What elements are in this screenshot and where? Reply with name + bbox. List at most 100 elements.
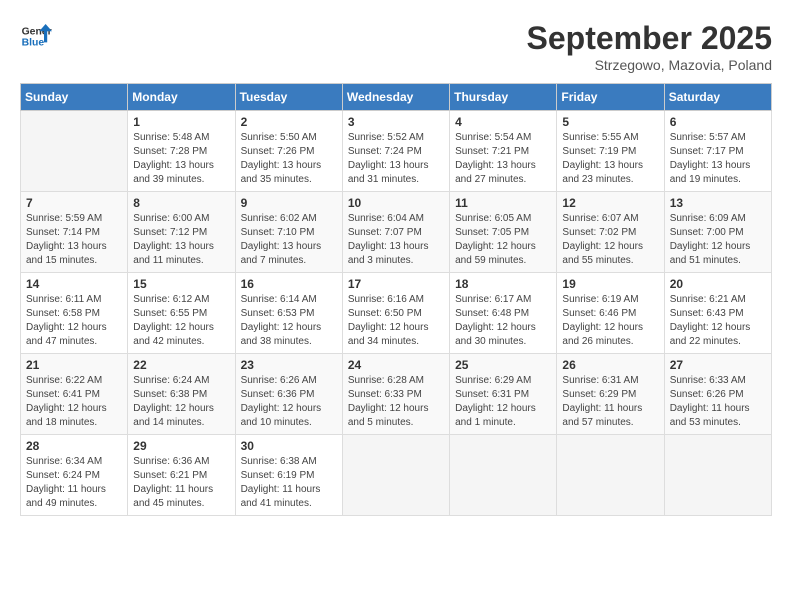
title-block: September 2025 Strzegowo, Mazovia, Polan… <box>527 20 772 73</box>
day-number: 12 <box>562 196 658 210</box>
day-number: 6 <box>670 115 766 129</box>
calendar-day-cell: 17 Sunrise: 6:16 AM Sunset: 6:50 PM Dayli… <box>342 273 449 354</box>
calendar-day-cell: 14Sunrise: 6:11 AM Sunset: 6:58 PM Dayli… <box>21 273 128 354</box>
calendar-day-cell: 11 Sunrise: 6:05 AM Sunset: 7:05 PM Dayli… <box>450 192 557 273</box>
calendar-day-cell: 2 Sunrise: 5:50 AM Sunset: 7:26 PM Daylig… <box>235 111 342 192</box>
day-number: 21 <box>26 358 122 372</box>
day-number: 2 <box>241 115 337 129</box>
day-info: Sunrise: 5:54 AM Sunset: 7:21 PM Dayligh… <box>455 131 551 187</box>
day-number: 9 <box>241 196 337 210</box>
calendar-week-row: 21 Sunrise: 6:22 AM Sunset: 6:41 PM Dayli… <box>21 354 772 435</box>
day-info: Sunrise: 6:12 AM Sunset: 6:55 PM Dayligh… <box>133 293 229 349</box>
day-number: 30 <box>241 439 337 453</box>
day-number: 8 <box>133 196 229 210</box>
day-info: Sunrise: 6:33 AM Sunset: 6:26 PM Dayligh… <box>670 374 766 430</box>
calendar-header: SundayMondayTuesdayWednesdayThursdayFrid… <box>21 84 772 111</box>
day-number: 19 <box>562 277 658 291</box>
calendar-week-row: 1 Sunrise: 5:48 AM Sunset: 7:28 PM Daylig… <box>21 111 772 192</box>
day-info: Sunrise: 6:38 AM Sunset: 6:19 PM Dayligh… <box>241 455 337 511</box>
day-number: 10 <box>348 196 444 210</box>
calendar-day-cell <box>557 435 664 516</box>
header-day: Tuesday <box>235 84 342 111</box>
calendar-day-cell: 22 Sunrise: 6:24 AM Sunset: 6:38 PM Dayli… <box>128 354 235 435</box>
day-info: Sunrise: 5:48 AM Sunset: 7:28 PM Dayligh… <box>133 131 229 187</box>
header-day: Wednesday <box>342 84 449 111</box>
page-header: General Blue September 2025 Strzegowo, M… <box>20 20 772 73</box>
day-info: Sunrise: 6:28 AM Sunset: 6:33 PM Dayligh… <box>348 374 444 430</box>
calendar-day-cell: 12 Sunrise: 6:07 AM Sunset: 7:02 PM Dayli… <box>557 192 664 273</box>
header-day: Thursday <box>450 84 557 111</box>
month-title: September 2025 <box>527 20 772 57</box>
day-number: 11 <box>455 196 551 210</box>
day-info: Sunrise: 6:26 AM Sunset: 6:36 PM Dayligh… <box>241 374 337 430</box>
header-day: Saturday <box>664 84 771 111</box>
day-info: Sunrise: 6:04 AM Sunset: 7:07 PM Dayligh… <box>348 212 444 268</box>
day-info: Sunrise: 6:31 AM Sunset: 6:29 PM Dayligh… <box>562 374 658 430</box>
day-info: Sunrise: 6:17 AM Sunset: 6:48 PM Dayligh… <box>455 293 551 349</box>
day-info: Sunrise: 6:09 AM Sunset: 7:00 PM Dayligh… <box>670 212 766 268</box>
day-number: 22 <box>133 358 229 372</box>
day-info: Sunrise: 6:16 AM Sunset: 6:50 PM Dayligh… <box>348 293 444 349</box>
calendar-day-cell: 21 Sunrise: 6:22 AM Sunset: 6:41 PM Dayli… <box>21 354 128 435</box>
calendar-day-cell: 7 Sunrise: 5:59 AM Sunset: 7:14 PM Daylig… <box>21 192 128 273</box>
day-number: 20 <box>670 277 766 291</box>
day-number: 25 <box>455 358 551 372</box>
logo: General Blue <box>20 20 52 52</box>
calendar-day-cell: 20 Sunrise: 6:21 AM Sunset: 6:43 PM Dayli… <box>664 273 771 354</box>
day-number: 3 <box>348 115 444 129</box>
day-number: 29 <box>133 439 229 453</box>
calendar-day-cell: 16Sunrise: 6:14 AM Sunset: 6:53 PM Dayli… <box>235 273 342 354</box>
day-number: 18 <box>455 277 551 291</box>
day-info: Sunrise: 5:55 AM Sunset: 7:19 PM Dayligh… <box>562 131 658 187</box>
calendar-day-cell: 15 Sunrise: 6:12 AM Sunset: 6:55 PM Dayli… <box>128 273 235 354</box>
logo-icon: General Blue <box>20 20 52 52</box>
calendar-body: 1 Sunrise: 5:48 AM Sunset: 7:28 PM Daylig… <box>21 111 772 516</box>
header-day: Friday <box>557 84 664 111</box>
calendar-day-cell: 8 Sunrise: 6:00 AM Sunset: 7:12 PM Daylig… <box>128 192 235 273</box>
day-number: 26 <box>562 358 658 372</box>
day-number: 14 <box>26 277 122 291</box>
day-number: 4 <box>455 115 551 129</box>
calendar-day-cell: 3Sunrise: 5:52 AM Sunset: 7:24 PM Daylig… <box>342 111 449 192</box>
calendar-day-cell: 25 Sunrise: 6:29 AM Sunset: 6:31 PM Dayli… <box>450 354 557 435</box>
calendar-table: SundayMondayTuesdayWednesdayThursdayFrid… <box>20 83 772 516</box>
calendar-day-cell: 18 Sunrise: 6:17 AM Sunset: 6:48 PM Dayli… <box>450 273 557 354</box>
day-number: 24 <box>348 358 444 372</box>
calendar-day-cell: 10 Sunrise: 6:04 AM Sunset: 7:07 PM Dayli… <box>342 192 449 273</box>
calendar-day-cell <box>21 111 128 192</box>
day-number: 7 <box>26 196 122 210</box>
calendar-day-cell: 1 Sunrise: 5:48 AM Sunset: 7:28 PM Daylig… <box>128 111 235 192</box>
svg-text:Blue: Blue <box>22 38 45 49</box>
header-day: Sunday <box>21 84 128 111</box>
day-info: Sunrise: 6:36 AM Sunset: 6:21 PM Dayligh… <box>133 455 229 511</box>
day-number: 17 <box>348 277 444 291</box>
calendar-day-cell: 4 Sunrise: 5:54 AM Sunset: 7:21 PM Daylig… <box>450 111 557 192</box>
day-info: Sunrise: 6:00 AM Sunset: 7:12 PM Dayligh… <box>133 212 229 268</box>
calendar-week-row: 7 Sunrise: 5:59 AM Sunset: 7:14 PM Daylig… <box>21 192 772 273</box>
day-info: Sunrise: 6:24 AM Sunset: 6:38 PM Dayligh… <box>133 374 229 430</box>
day-info: Sunrise: 6:19 AM Sunset: 6:46 PM Dayligh… <box>562 293 658 349</box>
day-info: Sunrise: 6:14 AM Sunset: 6:53 PM Dayligh… <box>241 293 337 349</box>
day-number: 13 <box>670 196 766 210</box>
calendar-day-cell: 19 Sunrise: 6:19 AM Sunset: 6:46 PM Dayli… <box>557 273 664 354</box>
day-info: Sunrise: 5:57 AM Sunset: 7:17 PM Dayligh… <box>670 131 766 187</box>
header-row: SundayMondayTuesdayWednesdayThursdayFrid… <box>21 84 772 111</box>
calendar-day-cell: 23 Sunrise: 6:26 AM Sunset: 6:36 PM Dayli… <box>235 354 342 435</box>
calendar-day-cell: 30 Sunrise: 6:38 AM Sunset: 6:19 PM Dayli… <box>235 435 342 516</box>
day-info: Sunrise: 6:22 AM Sunset: 6:41 PM Dayligh… <box>26 374 122 430</box>
calendar-day-cell: 24 Sunrise: 6:28 AM Sunset: 6:33 PM Dayli… <box>342 354 449 435</box>
day-info: Sunrise: 6:05 AM Sunset: 7:05 PM Dayligh… <box>455 212 551 268</box>
calendar-day-cell: 27Sunrise: 6:33 AM Sunset: 6:26 PM Dayli… <box>664 354 771 435</box>
day-info: Sunrise: 6:21 AM Sunset: 6:43 PM Dayligh… <box>670 293 766 349</box>
day-info: Sunrise: 5:59 AM Sunset: 7:14 PM Dayligh… <box>26 212 122 268</box>
day-number: 15 <box>133 277 229 291</box>
day-info: Sunrise: 6:07 AM Sunset: 7:02 PM Dayligh… <box>562 212 658 268</box>
day-info: Sunrise: 5:50 AM Sunset: 7:26 PM Dayligh… <box>241 131 337 187</box>
day-number: 1 <box>133 115 229 129</box>
day-info: Sunrise: 6:29 AM Sunset: 6:31 PM Dayligh… <box>455 374 551 430</box>
calendar-day-cell: 28Sunrise: 6:34 AM Sunset: 6:24 PM Dayli… <box>21 435 128 516</box>
calendar-day-cell: 5Sunrise: 5:55 AM Sunset: 7:19 PM Daylig… <box>557 111 664 192</box>
calendar-day-cell: 13 Sunrise: 6:09 AM Sunset: 7:00 PM Dayli… <box>664 192 771 273</box>
day-number: 23 <box>241 358 337 372</box>
location-subtitle: Strzegowo, Mazovia, Poland <box>527 57 772 73</box>
